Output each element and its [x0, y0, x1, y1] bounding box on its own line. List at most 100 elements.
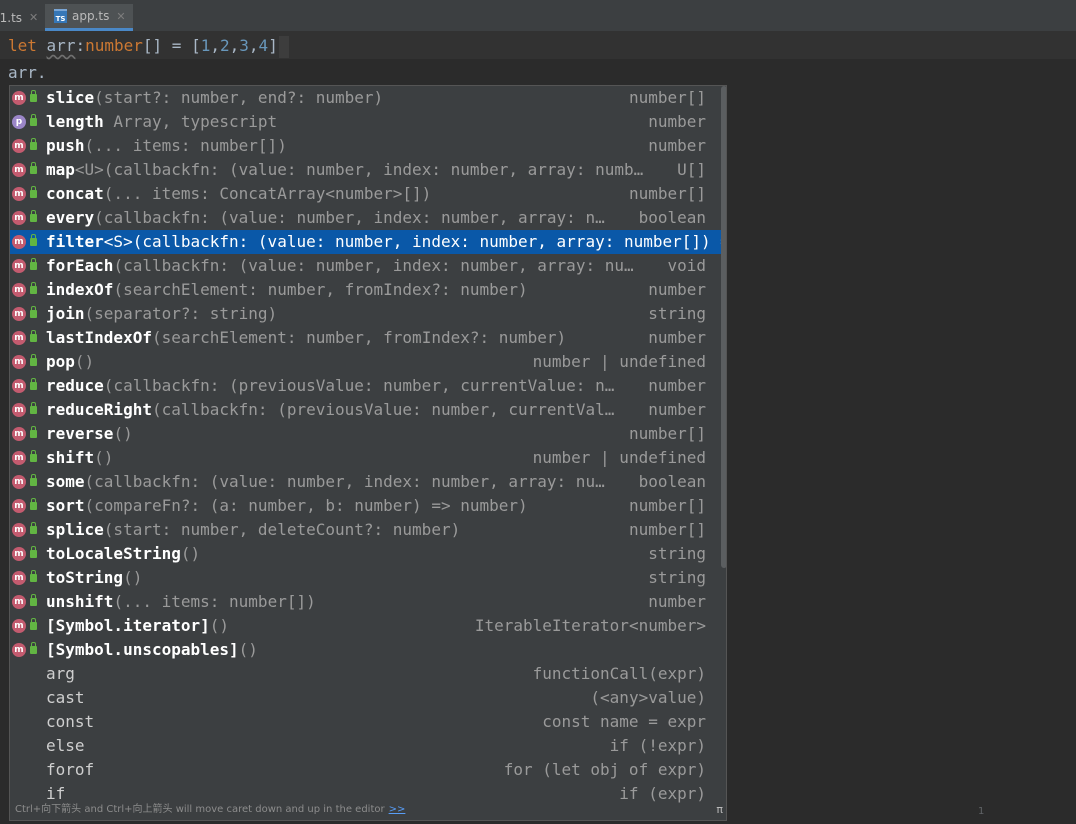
member-signature: (callbackfn: (previousValue: number, cur…	[151, 400, 615, 419]
completion-item[interactable]: m reduceRight(callbackfn: (previousValue:…	[10, 398, 726, 422]
method-icon: m	[12, 643, 26, 657]
completion-item-type: const name = expr	[542, 712, 706, 731]
completion-item-type: number	[648, 280, 706, 299]
member-signature: (compareFn?: (a: number, b: number) => n…	[84, 496, 528, 515]
completion-item-name: every(callbackfn: (value: number, index:…	[46, 206, 605, 230]
code-line-1[interactable]: let arr:number[] = [1,2,3,4]	[0, 32, 1076, 59]
member-name: indexOf	[46, 280, 114, 299]
completion-item[interactable]: m shift() number | undefined	[10, 446, 726, 470]
tab-app-ts[interactable]: TS app.ts ✕	[45, 4, 133, 31]
completion-item[interactable]: else if (!expr)	[10, 734, 726, 758]
postfix-template-name: cast	[46, 688, 85, 707]
completion-item[interactable]: m [Symbol.unscopables]()	[10, 638, 726, 662]
close-icon[interactable]: ✕	[116, 10, 125, 23]
completion-item[interactable]: m map<U>(callbackfn: (value: number, inde…	[10, 158, 726, 182]
member-name: shift	[46, 448, 95, 467]
tab-label: app.ts	[72, 9, 110, 23]
completion-item-type: number[]	[628, 88, 706, 107]
completion-item[interactable]: m splice(start: number, deleteCount?: num…	[10, 518, 726, 542]
footer-more-link[interactable]: >>	[389, 804, 406, 815]
completion-item[interactable]: m lastIndexOf(searchElement: number, from…	[10, 326, 726, 350]
completion-item-type: number[]	[628, 520, 706, 539]
completion-item[interactable]: arg functionCall(expr)	[10, 662, 726, 686]
completion-item[interactable]: cast (<any>value)	[10, 686, 726, 710]
member-signature: (start: number, deleteCount?: number)	[103, 520, 461, 539]
completion-item[interactable]: m slice(start?: number, end?: number) numb…	[10, 86, 726, 110]
method-icon: m	[12, 451, 26, 465]
completion-item[interactable]: m concat(... items: ConcatArray<number>[]…	[10, 182, 726, 206]
public-access-icon	[30, 162, 37, 174]
completion-item[interactable]: m join(separator?: string) string	[10, 302, 726, 326]
method-icon: m	[12, 355, 26, 369]
completion-scrollbar[interactable]	[721, 86, 726, 568]
completion-item-name: slice(start?: number, end?: number)	[46, 86, 383, 110]
member-signature: (callbackfn: (value: number, index: numb…	[113, 256, 634, 275]
completion-item[interactable]: m push(... items: number[]) number	[10, 134, 726, 158]
completion-item-name: pop()	[46, 350, 94, 374]
completion-item[interactable]: p length Array, typescript number	[10, 110, 726, 134]
member-name: lastIndexOf	[46, 328, 152, 347]
completion-item[interactable]: m pop() number | undefined	[10, 350, 726, 374]
member-name: splice	[46, 520, 104, 539]
completion-item[interactable]: m some(callbackfn: (value: number, index:…	[10, 470, 726, 494]
method-icon: m	[12, 523, 26, 537]
method-icon: m	[12, 139, 26, 153]
completion-item-name: indexOf(searchElement: number, fromIndex…	[46, 278, 528, 302]
completion-item-name: join(separator?: string)	[46, 302, 277, 326]
completion-item[interactable]: m every(callbackfn: (value: number, index…	[10, 206, 726, 230]
completion-item[interactable]: m filter<S>(callbackfn: (value: number, i…	[10, 230, 726, 254]
code-line-2[interactable]: arr.	[0, 59, 1076, 86]
variable-arr: arr	[46, 36, 76, 55]
completion-item[interactable]: const const name = expr	[10, 710, 726, 734]
pi-icon[interactable]: π	[716, 800, 723, 820]
keyword-let: let	[8, 36, 37, 55]
member-name: filter	[46, 232, 104, 251]
completion-item[interactable]: m unshift(... items: number[]) number	[10, 590, 726, 614]
member-signature: <S>(callbackfn: (value: number, index: n…	[103, 232, 726, 251]
completion-item[interactable]: m toString() string	[10, 566, 726, 590]
completion-footer: Ctrl+向下箭头 and Ctrl+向上箭头 will move caret …	[10, 800, 726, 820]
public-access-icon	[30, 354, 37, 366]
public-access-icon	[30, 90, 37, 102]
completion-item-type: void	[667, 256, 706, 275]
member-name: reverse	[46, 424, 114, 443]
completion-item-type: number[]	[628, 184, 706, 203]
method-icon: m	[12, 283, 26, 297]
member-signature: ()	[74, 352, 95, 371]
completion-item[interactable]: m toLocaleString() string	[10, 542, 726, 566]
completion-item[interactable]: m forEach(callbackfn: (value: number, ind…	[10, 254, 726, 278]
member-signature: (separator?: string)	[84, 304, 278, 323]
member-signature: (... items: number[])	[84, 136, 287, 155]
member-name: join	[46, 304, 85, 323]
completion-item-name: unshift(... items: number[])	[46, 590, 316, 614]
completion-item-name: toLocaleString()	[46, 542, 200, 566]
method-icon: m	[12, 403, 26, 417]
method-icon: m	[12, 499, 26, 513]
completion-item-name: lastIndexOf(searchElement: number, fromI…	[46, 326, 566, 350]
completion-item[interactable]: m indexOf(searchElement: number, fromInde…	[10, 278, 726, 302]
number-literal: 3	[239, 36, 249, 55]
public-access-icon	[30, 330, 37, 342]
member-name: slice	[46, 88, 95, 107]
member-signature: (callbackfn: (previousValue: number, cur…	[103, 376, 615, 395]
completion-item[interactable]: forof for (let obj of expr)	[10, 758, 726, 782]
completion-item-name: map<U>(callbackfn: (value: number, index…	[46, 158, 643, 182]
completion-item[interactable]: m [Symbol.iterator]() IterableIterator<num…	[10, 614, 726, 638]
completion-item[interactable]: m reduce(callbackfn: (previousValue: numb…	[10, 374, 726, 398]
method-icon: m	[12, 427, 26, 441]
completion-item[interactable]: m sort(compareFn?: (a: number, b: number)…	[10, 494, 726, 518]
postfix-template-name: const	[46, 712, 95, 731]
completion-item-type: number[]	[628, 424, 706, 443]
completion-item-name: shift()	[46, 446, 113, 470]
completion-item-type: number | undefined	[532, 352, 706, 371]
array-open: [	[191, 36, 201, 55]
member-signature: ()	[209, 616, 230, 635]
close-icon[interactable]: ✕	[29, 11, 38, 24]
member-name: pop	[46, 352, 75, 371]
tab-p1-ts[interactable]: p1.ts ✕	[0, 4, 44, 31]
completion-item[interactable]: m reverse() number[]	[10, 422, 726, 446]
member-signature: (... items: ConcatArray<number>[])	[103, 184, 432, 203]
completion-item-type: string	[648, 568, 706, 587]
array-close: ]	[268, 36, 278, 55]
public-access-icon	[30, 306, 37, 318]
